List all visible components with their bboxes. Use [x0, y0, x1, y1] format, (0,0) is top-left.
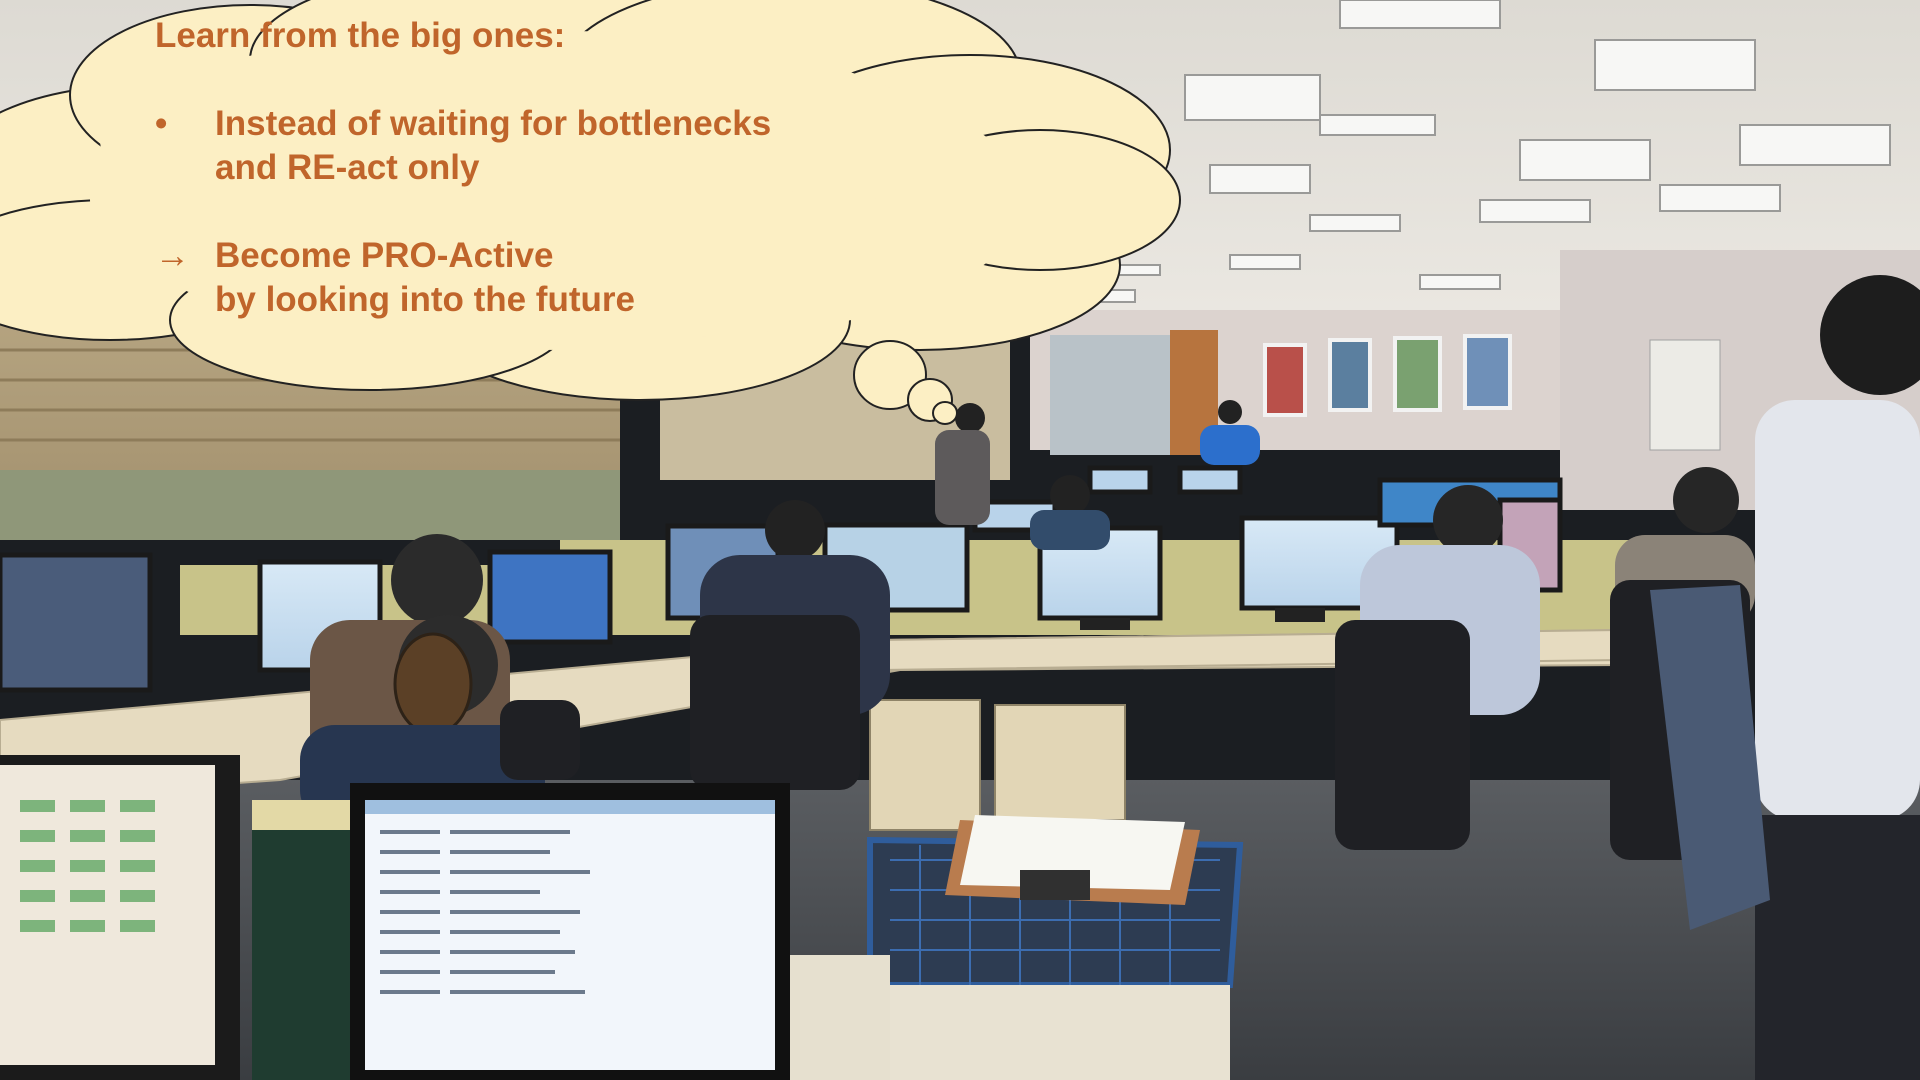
arrow-line-2: by looking into the future — [215, 280, 635, 319]
bullet-marker: • — [155, 104, 168, 143]
whiteboard — [1649, 339, 1721, 451]
wire-basket — [867, 815, 1244, 988]
bullet-line-1: Instead of waiting for bottlenecks — [215, 104, 772, 143]
desk-surface-front — [790, 955, 890, 1080]
bullet-item: • Instead of waiting for bottlenecks — [155, 102, 935, 146]
thought-bubble-text: Learn from the big ones: • Instead of wai… — [155, 14, 935, 322]
bullet-line-2: and RE-act only — [215, 148, 480, 187]
arrow-line-1: Become PRO-Active — [215, 236, 554, 275]
arrow-right-icon: → — [155, 236, 190, 275]
cabinet — [870, 985, 1230, 1080]
bubble-heading: Learn from the big ones: — [155, 16, 566, 55]
slide: Learn from the big ones: • Instead of wai… — [0, 0, 1920, 1080]
back-door — [1050, 335, 1170, 455]
arrow-item: → Become PRO-Active — [155, 234, 935, 278]
drawer-units — [869, 699, 1126, 831]
foreground-monitors — [0, 755, 790, 1080]
